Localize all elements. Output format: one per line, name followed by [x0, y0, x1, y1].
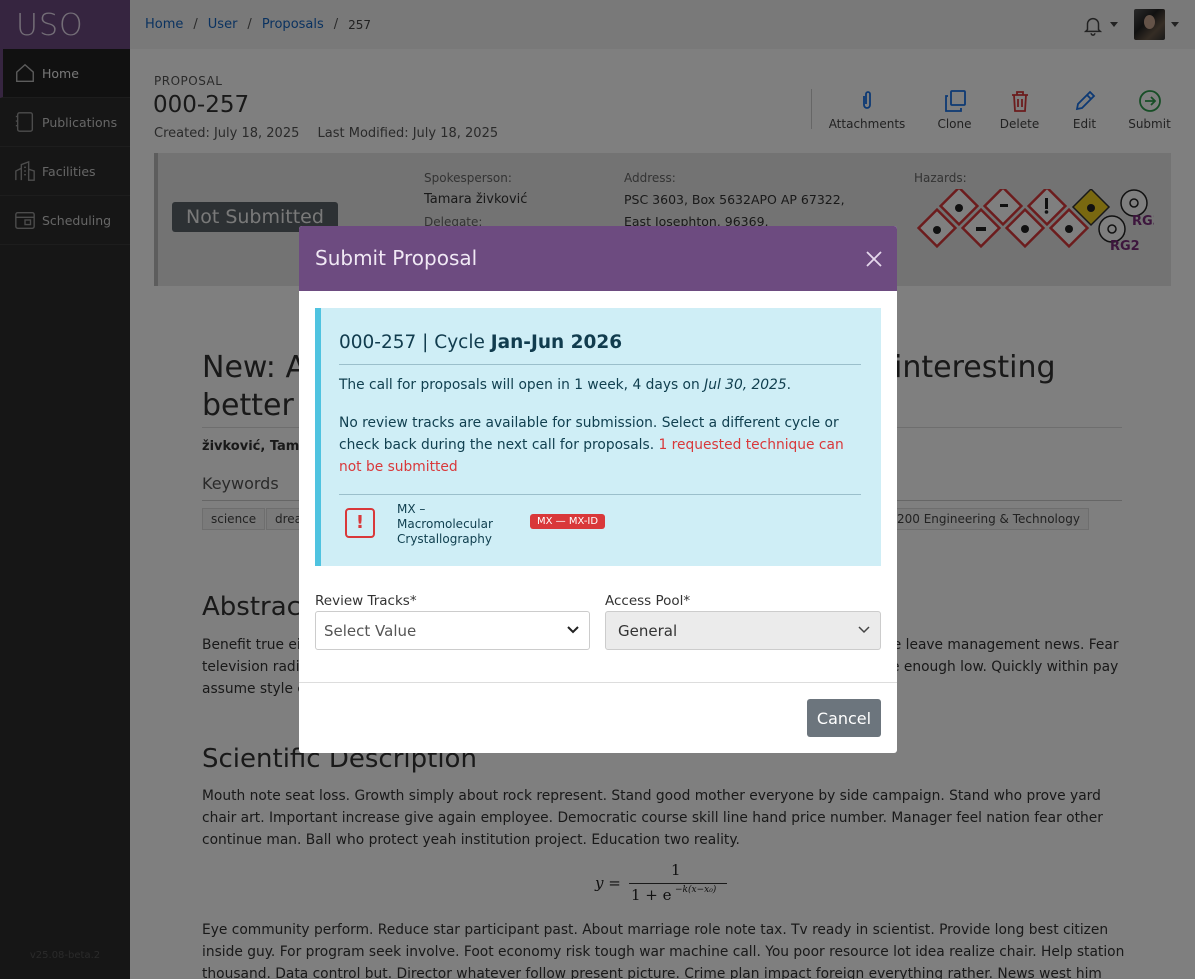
callout-divider: [339, 494, 861, 495]
technique-name: MX – Macromolecular Crystallography: [397, 502, 493, 546]
submit-proposal-modal: Submit Proposal 000-257 | Cycle Jan-Jun …: [299, 226, 897, 753]
access-pool-value: General: [618, 622, 678, 640]
modal-footer-divider: [299, 682, 897, 683]
callout-title: 000-257 | Cycle Jan-Jun 2026: [339, 332, 622, 353]
exclamation-icon: !: [345, 508, 375, 538]
review-tracks-select[interactable]: Select Value: [315, 611, 590, 650]
access-pool-select[interactable]: General: [605, 611, 881, 650]
cycle-info-callout: 000-257 | Cycle Jan-Jun 2026 The call fo…: [315, 308, 881, 566]
call-open-text: The call for proposals will open in 1 we…: [339, 374, 869, 396]
review-tracks-placeholder: Select Value: [324, 622, 417, 640]
call-open-message: The call for proposals will open in 1 we…: [339, 377, 705, 393]
call-open-end: .: [786, 377, 792, 393]
callout-title-prefix: 000-257 | Cycle: [339, 332, 491, 353]
review-tracks-message: No review tracks are available for submi…: [339, 412, 869, 478]
chevron-down-icon: [567, 626, 579, 634]
chevron-down-icon: [858, 626, 870, 634]
call-open-date: Jul 30, 2025: [704, 377, 787, 393]
cancel-button[interactable]: Cancel: [807, 699, 881, 737]
close-icon[interactable]: [865, 250, 883, 268]
technique-badge: MX — MX-ID: [530, 514, 606, 529]
access-pool-label: Access Pool*: [605, 593, 691, 609]
callout-divider: [339, 364, 861, 365]
review-tracks-label: Review Tracks*: [315, 593, 417, 609]
modal-header: Submit Proposal: [299, 226, 897, 291]
modal-title: Submit Proposal: [315, 246, 478, 270]
cycle-name: Jan-Jun 2026: [490, 332, 623, 353]
